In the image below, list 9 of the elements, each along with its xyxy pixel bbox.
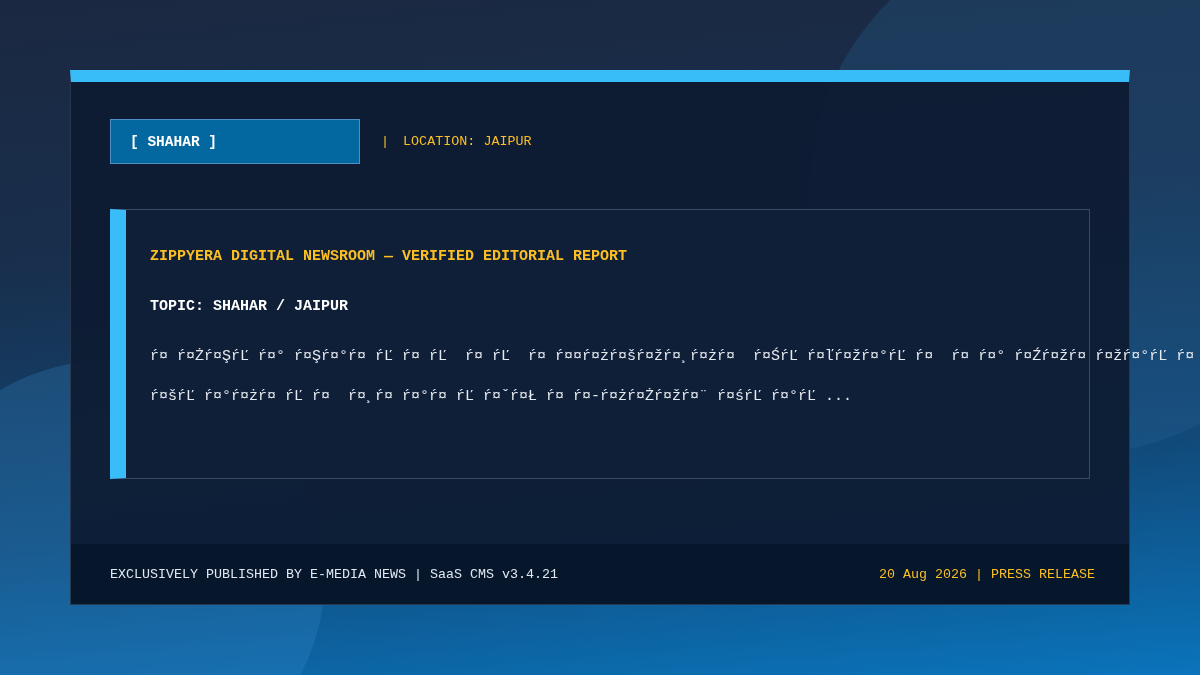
article-title: ZIPPYERA DIGITAL NEWSROOM — VERIFIED EDITORIAL REPORT: [150, 247, 628, 267]
location-text: LOCATION: JAIPUR: [403, 134, 532, 149]
topic-text: TOPIC: SHAHAR / JAIPUR: [150, 297, 349, 317]
body-text: ŕ¤šŕĽ ŕ¤°ŕ¤żŕ¤ ŕĽ ŕ¤ ŕ¤¸ŕ¤ ŕ¤°ŕ¤ ŕĽ ŕ¤ˇŕ¤Ł ŕ¤ ŕ¤-ŕ¤żŕ¤Żŕ¤žŕ¤¨ ŕ¤śŕĽ ŕ¤°ŕĽ ...: [150, 387, 853, 407]
body-text: ŕ¤ ŕ¤Żŕ¤ŞŕĽ ŕ¤° ŕ¤Şŕ¤°ŕ¤ ŕĽ ŕ¤ ŕĽ ŕ¤ ŕĽ ŕ¤ ŕ¤¤ŕ¤żŕ¤šŕ¤žŕ¤¸ŕ¤żŕ¤ ŕ¤ŚŕĽ ŕ¤ľŕ¤žŕ¤°ŕĽ ŕ¤ ŕ¤ ŕ¤° ŕ¤Źŕ¤žŕ¤ ŕ¤žŕ¤°ŕĽ ŕ¤: [150, 346, 1195, 367]
location-separator: |: [381, 134, 390, 149]
footer-credit-text: EXCLUSIVELY PUBLISHED BY E-MEDIA NEWS | SaaS CMS v3.4.21: [110, 566, 558, 582]
category-label: [ SHAHAR ]: [110, 119, 360, 164]
footer-date-text: 20 Aug 2026 | PRESS RELEASE: [879, 566, 1095, 582]
